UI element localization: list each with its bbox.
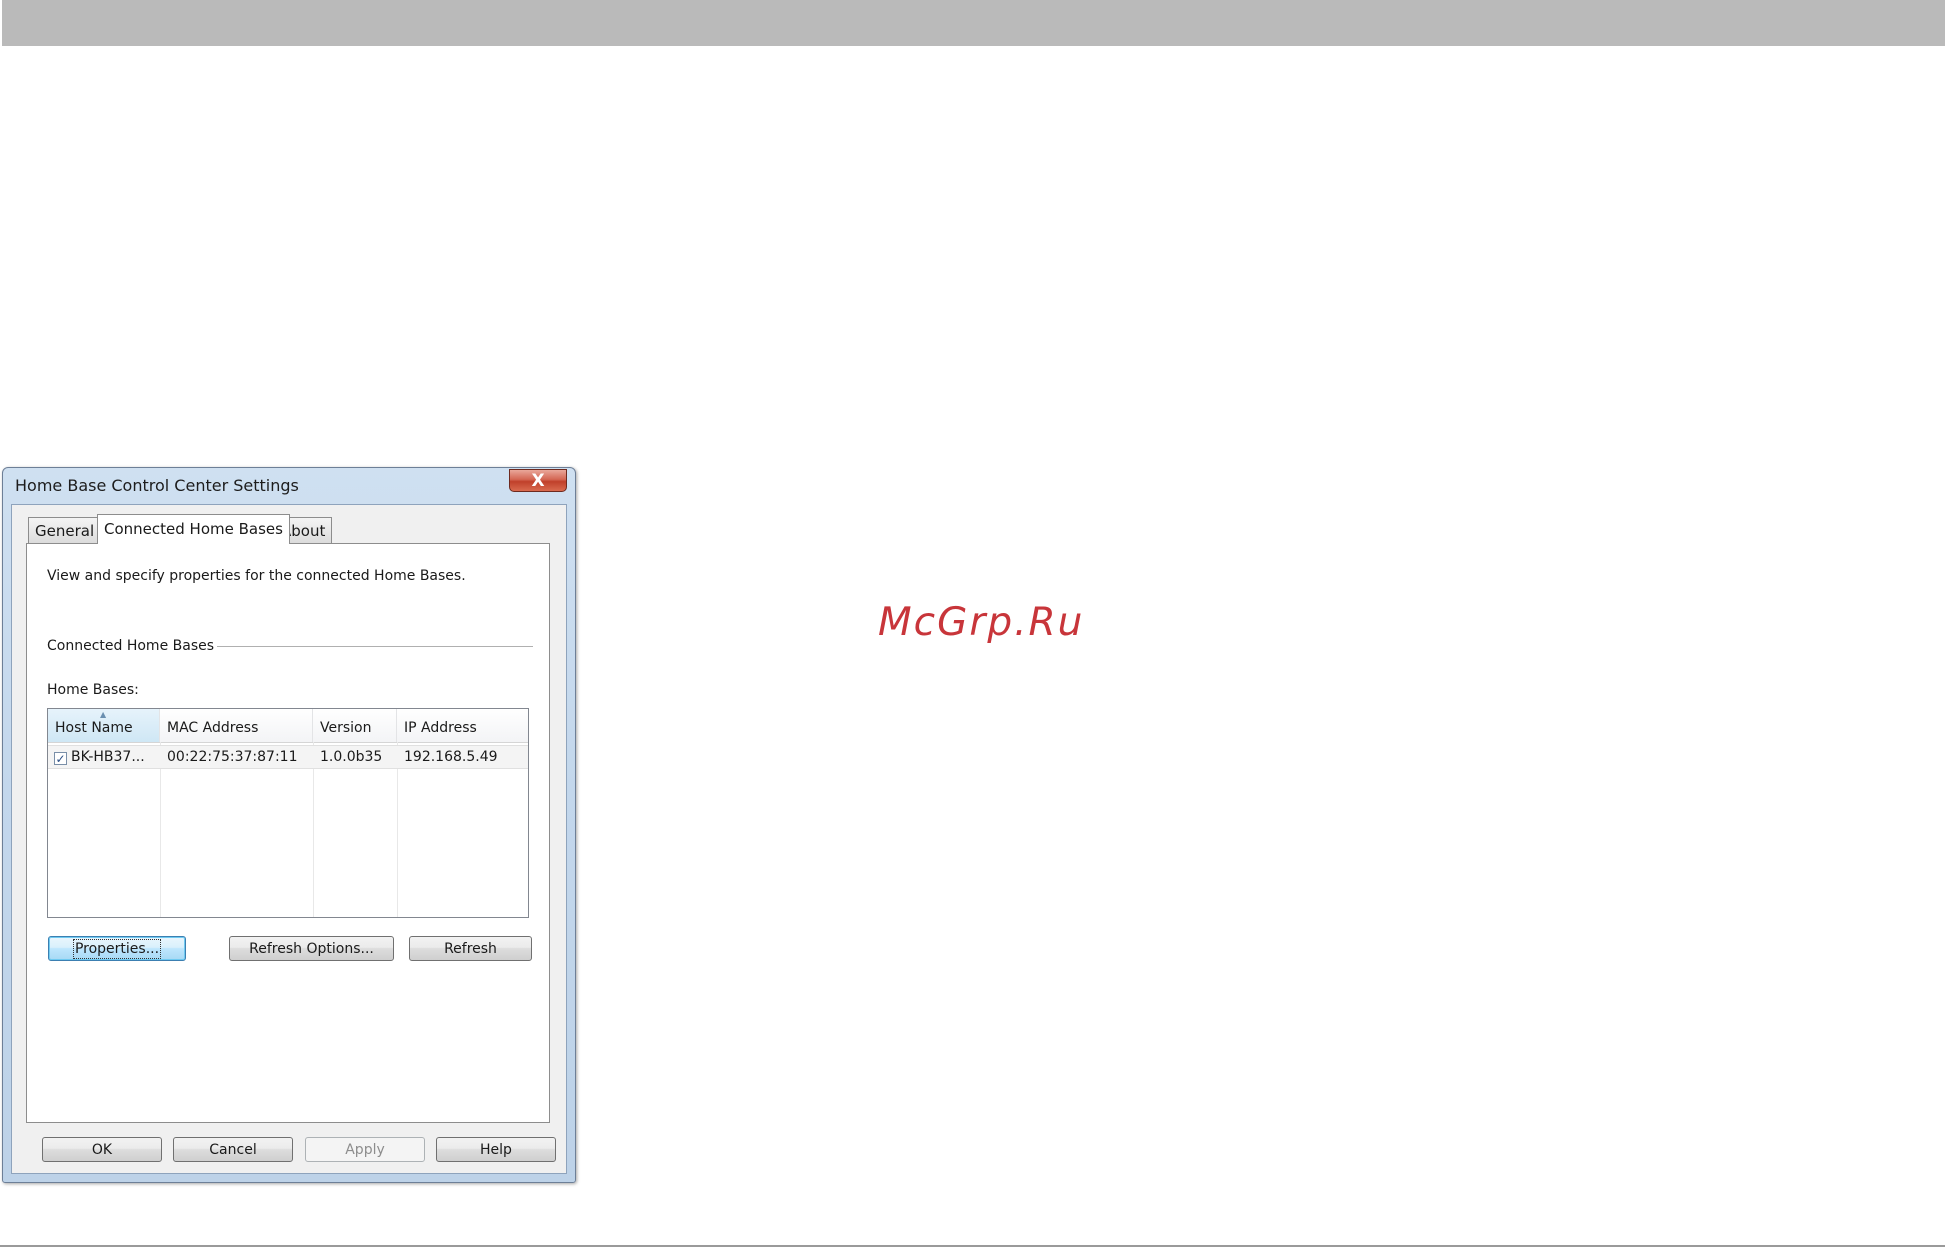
row-checkbox[interactable]: ✓ xyxy=(54,752,67,765)
host-name-cell: ✓ BK-HB37... xyxy=(48,746,160,768)
ok-button[interactable]: OK xyxy=(42,1137,162,1162)
home-bases-list[interactable]: ▲ Host Name MAC Address Version IP Addre… xyxy=(47,708,529,918)
page: Home Base Control Center Settings X Gene… xyxy=(0,0,1945,1248)
apply-button[interactable]: Apply xyxy=(305,1137,425,1162)
group-label: Connected Home Bases xyxy=(47,638,215,654)
table-row[interactable]: ✓ BK-HB37... 00:22:75:37:87:11 1.0.0b35 1… xyxy=(48,745,528,769)
home-bases-label: Home Bases: xyxy=(47,682,139,698)
ip-address-cell: 192.168.5.49 xyxy=(404,749,498,765)
close-icon: X xyxy=(531,470,545,491)
help-button[interactable]: Help xyxy=(436,1137,556,1162)
column-header-label: IP Address xyxy=(404,720,477,736)
dialog-client-area: General Connected Home Bases About View … xyxy=(11,504,567,1174)
column-header-label: Version xyxy=(320,720,372,736)
mac-address-cell: 00:22:75:37:87:11 xyxy=(167,749,298,765)
column-header-ip-address[interactable]: IP Address xyxy=(397,709,528,742)
watermark-text: McGrp.Ru xyxy=(878,600,1085,645)
host-name-value: BK-HB37... xyxy=(71,749,145,765)
properties-button[interactable]: Properties... xyxy=(48,936,186,961)
column-header-version[interactable]: Version xyxy=(313,709,397,742)
description-text: View and specify properties for the conn… xyxy=(47,568,466,584)
tab-page-connected-home-bases: View and specify properties for the conn… xyxy=(26,543,550,1123)
column-header-mac-address[interactable]: MAC Address xyxy=(160,709,313,742)
close-button[interactable]: X xyxy=(509,469,567,492)
column-header-label: Host Name xyxy=(55,720,133,736)
refresh-options-button[interactable]: Refresh Options... xyxy=(229,936,394,961)
column-header-label: MAC Address xyxy=(167,720,259,736)
properties-button-label: Properties... xyxy=(72,939,162,959)
cancel-button[interactable]: Cancel xyxy=(173,1137,293,1162)
version-cell: 1.0.0b35 xyxy=(320,749,383,765)
refresh-button[interactable]: Refresh xyxy=(409,936,532,961)
tab-connected-home-bases[interactable]: Connected Home Bases xyxy=(97,514,290,544)
settings-dialog: Home Base Control Center Settings X Gene… xyxy=(2,467,576,1183)
group-divider xyxy=(217,646,533,648)
dialog-title: Home Base Control Center Settings xyxy=(15,476,299,495)
header-band xyxy=(2,0,1945,46)
column-header-host-name[interactable]: ▲ Host Name xyxy=(48,709,160,742)
list-header: ▲ Host Name MAC Address Version IP Addre… xyxy=(48,709,528,743)
tab-general[interactable]: General xyxy=(28,517,102,543)
sort-ascending-icon: ▲ xyxy=(100,710,107,719)
footer-divider xyxy=(0,1245,1945,1247)
